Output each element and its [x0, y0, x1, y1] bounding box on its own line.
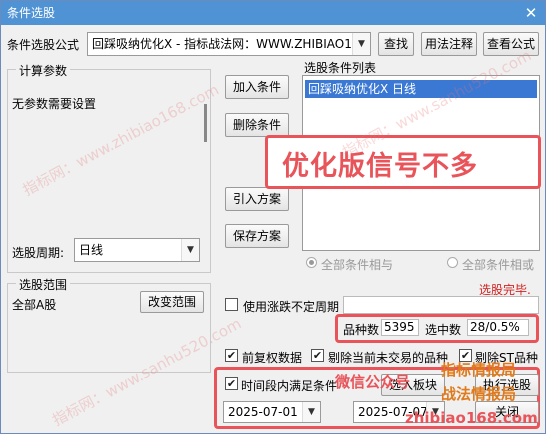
period-input[interactable] — [343, 296, 539, 314]
brand-top: 指标情报局 — [441, 361, 517, 379]
period-value: 日线 — [79, 243, 104, 257]
selected-value: 28/0.5% — [467, 319, 529, 336]
start-date-picker[interactable]: 2025-07-01 ▼ — [223, 401, 321, 423]
formula-select[interactable]: 回踩吸纳优化X - 指标战法网：WWW.ZHIBIAO168.COM ▼ — [87, 32, 371, 56]
variable-period-label: 使用涨跌不定周期 — [243, 300, 340, 314]
change-scope-button[interactable]: 改变范围 — [140, 291, 204, 313]
variable-period-checkbox[interactable] — [225, 298, 238, 311]
period-label: 选股周期: — [12, 246, 65, 260]
add-condition-button[interactable]: 加入条件 — [225, 75, 289, 99]
highlight-banner: 优化版信号不多 — [265, 135, 541, 189]
scope-group: 选股范围 全部A股 改变范围 — [7, 276, 211, 373]
condition-stock-selection-window: 条件选股 ✕ 条件选股公式 回踩吸纳优化X - 指标战法网：WWW.ZHIBIA… — [0, 0, 546, 434]
import-scheme-button[interactable]: 引入方案 — [225, 187, 289, 211]
period-select[interactable]: 日线 ▼ — [74, 238, 200, 262]
params-scroll-indicator — [204, 104, 207, 142]
formula-label: 条件选股公式 — [7, 38, 80, 52]
count-label: 品种数 — [343, 323, 380, 337]
logic-and-radio[interactable] — [306, 257, 317, 268]
view-formula-button[interactable]: 查看公式 — [483, 32, 539, 56]
pre-adjust-label: 前复权数据 — [242, 351, 303, 365]
logic-or-label: 全部条件相或 — [462, 258, 535, 272]
pre-adjust-checkbox[interactable]: ✔ — [225, 349, 238, 362]
radio-dot-icon — [309, 260, 314, 265]
chevron-down-icon[interactable]: ▼ — [181, 239, 199, 261]
title-bar: 条件选股 ✕ — [1, 1, 545, 25]
remove-condition-button[interactable]: 删除条件 — [225, 113, 289, 137]
brand-bottom: 战法情报局 — [441, 385, 517, 403]
start-date-value: 2025-07-01 — [228, 405, 298, 419]
footer-url: zhibiao168.com — [405, 409, 538, 427]
overlay-text: 优化版信号不多 — [282, 151, 478, 182]
formula-value: 回踩吸纳优化X - 指标战法网：WWW.ZHIBIAO168.COM — [92, 37, 371, 51]
save-scheme-button[interactable]: 保存方案 — [225, 224, 289, 248]
no-params-text: 无参数需要设置 — [12, 97, 97, 111]
chevron-down-icon[interactable]: ▼ — [352, 33, 370, 55]
time-range-label: 时间段内满足条件 — [241, 379, 338, 393]
logic-and-label: 全部条件相与 — [321, 258, 394, 272]
usage-notes-button[interactable]: 用法注释 — [421, 32, 477, 56]
chevron-down-icon[interactable]: ▼ — [302, 402, 320, 422]
scope-value: 全部A股 — [12, 298, 57, 312]
close-icon[interactable]: ✕ — [517, 1, 545, 25]
params-group: 计算参数 无参数需要设置 选股周期: 日线 ▼ — [7, 62, 211, 273]
conditions-list-title: 选股条件列表 — [304, 61, 377, 75]
list-item[interactable]: 回踩吸纳优化X 日线 — [305, 80, 537, 98]
wechat-label: 微信公众号 — [335, 373, 411, 391]
scope-group-title: 选股范围 — [16, 276, 71, 293]
selected-label: 选中数 — [425, 323, 462, 337]
find-button[interactable]: 查找 — [378, 32, 414, 56]
params-group-title: 计算参数 — [16, 62, 71, 79]
exclude-untraded-checkbox[interactable]: ✔ — [311, 349, 324, 362]
logic-or-radio[interactable] — [447, 257, 458, 268]
count-value: 5395 — [381, 319, 419, 336]
exclude-untraded-label: 剔除当前未交易的品种 — [328, 351, 449, 365]
time-range-checkbox[interactable]: ✔ — [225, 377, 238, 390]
window-title: 条件选股 — [7, 6, 56, 20]
